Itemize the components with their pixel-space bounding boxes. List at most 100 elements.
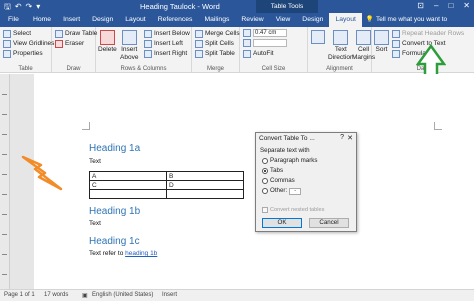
tell-me-search[interactable]: 💡 Tell me what you want to bbox=[362, 13, 447, 27]
customize-qat-icon[interactable]: ▾ bbox=[36, 2, 40, 11]
tell-me-text: Tell me what you want to bbox=[375, 16, 448, 23]
lightbulb-icon: 💡 bbox=[365, 16, 374, 23]
insert-below-label: Insert Below bbox=[154, 30, 190, 37]
sort-label: Sort bbox=[375, 46, 388, 53]
convert-nested-tables-checkbox[interactable]: Convert nested tables bbox=[262, 207, 324, 213]
convert-table-dialog[interactable]: Convert Table To ... ? ✕ Separate text w… bbox=[255, 132, 357, 232]
column-width-field[interactable] bbox=[243, 39, 287, 47]
repeat-header-label: Repeat Header Rows bbox=[402, 30, 465, 37]
radio-label: Tabs bbox=[270, 167, 284, 174]
ribbon-display-options-icon[interactable]: ⊡ bbox=[417, 1, 424, 10]
ok-button[interactable]: OK bbox=[262, 218, 302, 228]
insert-right-button[interactable]: Insert Right bbox=[144, 49, 187, 58]
alignment-grid[interactable] bbox=[311, 30, 325, 45]
heading-1a[interactable]: Heading 1a bbox=[89, 143, 140, 154]
dialog-close-icon[interactable]: ✕ bbox=[347, 134, 353, 142]
body-text-2[interactable]: Text bbox=[89, 220, 101, 227]
ruler-tick bbox=[2, 274, 7, 275]
insert-above-label-2: Above bbox=[120, 53, 139, 61]
delete-button[interactable]: Delete bbox=[98, 30, 117, 54]
undo-icon[interactable]: ↶ bbox=[15, 2, 22, 11]
checkbox-label: Convert nested tables bbox=[270, 207, 325, 213]
page-count[interactable]: Page 1 of 1 bbox=[4, 292, 35, 298]
radio-button bbox=[262, 188, 268, 194]
eraser-button[interactable]: Eraser bbox=[55, 39, 84, 48]
table-cell[interactable]: A bbox=[89, 171, 167, 181]
tab-design[interactable]: Design bbox=[86, 13, 119, 27]
radio-tabs[interactable]: Tabs bbox=[262, 167, 283, 175]
radio-label: Commas bbox=[270, 177, 295, 184]
split-table-button[interactable]: Split Table bbox=[195, 49, 235, 58]
window-title: Heading Taulock - Word bbox=[140, 2, 220, 11]
language[interactable]: English (United States) bbox=[92, 292, 153, 298]
ruler-tick bbox=[2, 94, 7, 95]
close-button[interactable]: ✕ bbox=[463, 1, 470, 10]
repeat-header-rows-button[interactable]: Repeat Header Rows bbox=[392, 29, 464, 38]
lightning-bolt-annotation bbox=[21, 155, 63, 191]
select-button[interactable]: Select bbox=[3, 29, 31, 38]
table-cell[interactable]: C bbox=[89, 180, 167, 190]
view-gridlines-button[interactable]: View Gridlines bbox=[3, 39, 54, 48]
tab-layout[interactable]: Layout bbox=[119, 13, 151, 27]
split-cells-label: Split Cells bbox=[205, 40, 234, 47]
save-icon[interactable]: 🖫 bbox=[4, 2, 11, 11]
table-cell[interactable] bbox=[89, 189, 167, 199]
proofing-icon[interactable]: ▣ bbox=[82, 292, 88, 299]
tab-review[interactable]: Review bbox=[235, 13, 269, 27]
tab-table-layout[interactable]: Layout bbox=[329, 13, 362, 27]
insert-left-button[interactable]: Insert Left bbox=[144, 39, 183, 48]
heading-1b[interactable]: Heading 1b bbox=[89, 206, 140, 217]
word-count[interactable]: 17 words bbox=[44, 292, 68, 298]
document-table[interactable]: A B C D bbox=[89, 171, 244, 199]
row-height-input[interactable]: 0.47 cm bbox=[253, 29, 287, 37]
group-merge: Merge Cells Split Cells Split Table Merg… bbox=[192, 27, 240, 73]
ruler-tick bbox=[2, 114, 7, 115]
sort-button[interactable]: Sort bbox=[374, 30, 389, 54]
maximize-button[interactable]: □ bbox=[448, 1, 453, 10]
document-area[interactable]: Heading 1a Text A B C D Heading 1b Text … bbox=[0, 74, 474, 289]
table-cell[interactable]: B bbox=[166, 171, 244, 181]
cancel-button[interactable]: Cancel bbox=[309, 218, 349, 228]
insert-mode[interactable]: Insert bbox=[162, 292, 177, 298]
split-cells-button[interactable]: Split Cells bbox=[195, 39, 234, 48]
other-separator-input[interactable]: - bbox=[289, 187, 302, 195]
insert-below-button[interactable]: Insert Below bbox=[144, 29, 190, 38]
redo-icon[interactable]: ↷ bbox=[26, 2, 33, 11]
row-height-field[interactable]: 0.47 cm bbox=[243, 29, 287, 37]
group-alignment: Text Direction Cell Margins Alignment bbox=[308, 27, 375, 73]
tab-view[interactable]: View bbox=[270, 13, 297, 27]
document-page[interactable]: Heading 1a Text A B C D Heading 1b Text … bbox=[34, 74, 474, 289]
radio-other[interactable]: Other: - bbox=[262, 187, 302, 195]
tab-mailings[interactable]: Mailings bbox=[198, 13, 235, 27]
radio-paragraph-marks[interactable]: Paragraph marks bbox=[262, 157, 317, 165]
table-cell[interactable] bbox=[166, 189, 244, 199]
heading-1c[interactable]: Heading 1c bbox=[89, 236, 140, 247]
text-direction-icon bbox=[333, 30, 349, 45]
body-text-3[interactable]: Text refer to heading 1b bbox=[89, 250, 157, 257]
tab-table-design[interactable]: Design bbox=[296, 13, 329, 27]
column-width-input[interactable] bbox=[253, 39, 287, 47]
vertical-ruler bbox=[0, 74, 10, 289]
cross-reference-link[interactable]: heading 1b bbox=[125, 250, 157, 257]
group-label-draw: Draw bbox=[66, 66, 81, 72]
tab-insert[interactable]: Insert bbox=[57, 13, 86, 27]
body-text-1[interactable]: Text bbox=[89, 158, 101, 165]
tab-home[interactable]: Home bbox=[27, 13, 57, 27]
tab-references[interactable]: References bbox=[152, 13, 199, 27]
properties-button[interactable]: Properties bbox=[3, 49, 43, 58]
merge-cells-button[interactable]: Merge Cells bbox=[195, 29, 240, 38]
help-icon[interactable]: ? bbox=[340, 134, 344, 141]
dialog-title: Convert Table To ... bbox=[259, 135, 315, 142]
autofit-button[interactable]: AutoFit bbox=[243, 49, 274, 58]
text-direction-button[interactable]: Text Direction bbox=[328, 30, 354, 61]
tab-file[interactable]: File bbox=[0, 13, 27, 27]
draw-table-button[interactable]: Draw Table bbox=[55, 29, 97, 38]
radio-commas[interactable]: Commas bbox=[262, 177, 295, 185]
properties-icon bbox=[3, 49, 11, 58]
insert-above-button[interactable]: Insert Above bbox=[120, 30, 138, 61]
table-cell[interactable]: D bbox=[166, 180, 244, 190]
minimize-button[interactable]: – bbox=[434, 1, 438, 10]
window-controls: ⊡ – □ ✕ bbox=[417, 1, 470, 10]
separator-section-label: Separate text with bbox=[260, 147, 310, 154]
table-tools-context-label: Table Tools bbox=[256, 0, 318, 13]
